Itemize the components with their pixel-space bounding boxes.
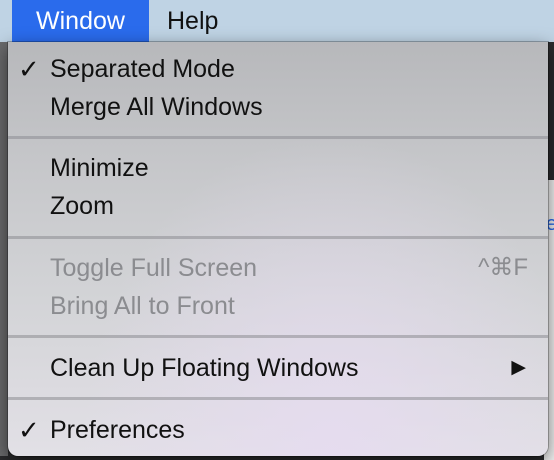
menu-separator xyxy=(8,397,548,400)
checkmark-icon: ✓ xyxy=(18,54,40,84)
menu-item-clean-up-floating-windows[interactable]: Clean Up Floating Windows ▶ xyxy=(8,349,548,387)
menu-item-label: Minimize xyxy=(50,154,149,182)
menu-separator xyxy=(8,335,548,338)
menu-item-label: Zoom xyxy=(50,192,114,220)
menu-item-merge-all-windows[interactable]: Merge All Windows xyxy=(8,88,548,126)
menu-item-separated-mode[interactable]: ✓ Separated Mode xyxy=(8,50,548,88)
menu-item-minimize[interactable]: Minimize xyxy=(8,149,548,187)
menu-bar: Window Help xyxy=(0,0,554,42)
menu-window[interactable]: Window xyxy=(12,0,149,42)
menu-item-label: Merge All Windows xyxy=(50,93,263,121)
menu-item-label: Clean Up Floating Windows xyxy=(50,354,359,382)
menu-separator xyxy=(8,136,548,139)
menu-item-bring-all-to-front: Bring All to Front xyxy=(8,287,548,325)
menu-item-label: Separated Mode xyxy=(50,55,235,83)
menu-item-label: Toggle Full Screen xyxy=(50,254,258,282)
menu-help[interactable]: Help xyxy=(167,0,218,42)
menu-item-preferences[interactable]: ✓ Preferences xyxy=(8,411,548,449)
keyboard-shortcut: ^⌘F xyxy=(478,254,528,281)
menu-item-zoom[interactable]: Zoom xyxy=(8,187,548,225)
submenu-arrow-icon: ▶ xyxy=(511,357,526,378)
menu-item-label: Bring All to Front xyxy=(50,292,235,320)
window-menu-dropdown: ✓ Separated Mode Merge All Windows Minim… xyxy=(8,42,548,456)
background-window-edge-left xyxy=(0,42,8,456)
checkmark-icon: ✓ xyxy=(18,415,40,445)
menu-item-toggle-full-screen: Toggle Full Screen ^⌘F xyxy=(8,249,548,287)
menu-item-label: Preferences xyxy=(50,416,185,444)
menu-separator xyxy=(8,236,548,239)
